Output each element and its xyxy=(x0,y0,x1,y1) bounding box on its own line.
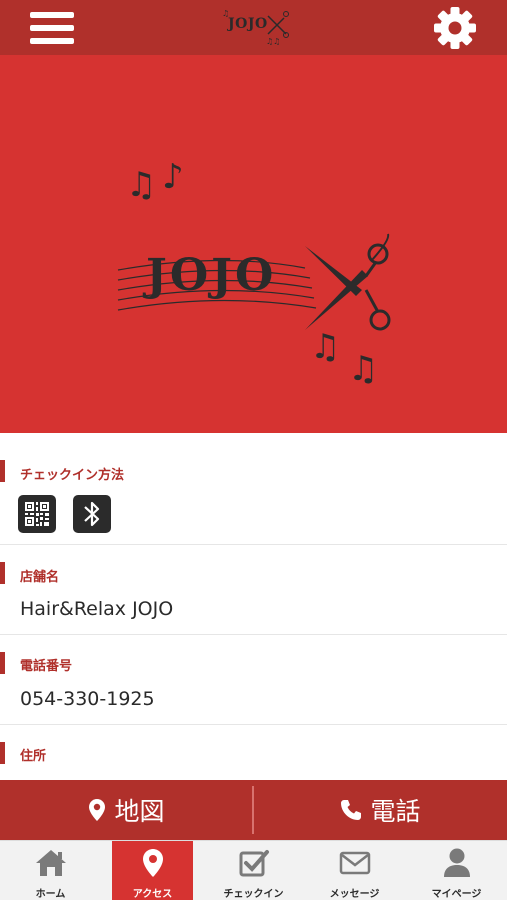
qr-code-icon xyxy=(25,502,49,526)
home-icon xyxy=(35,850,66,876)
checkbox-icon xyxy=(239,850,269,877)
shop-name-section: 店舗名 Hair&Relax JOJO xyxy=(0,545,507,635)
tab-checkin-label: チェックイン xyxy=(223,889,284,900)
tab-access[interactable]: アクセス xyxy=(112,841,193,900)
tab-home[interactable]: ホーム xyxy=(0,841,101,900)
bluetooth-icon xyxy=(84,501,100,527)
envelope-icon xyxy=(339,851,370,875)
gear-icon xyxy=(434,7,476,49)
hero-logo-text: JOJO xyxy=(146,250,277,301)
qr-code-checkin-button[interactable] xyxy=(18,495,56,533)
svg-text:♫: ♫ xyxy=(126,165,156,205)
checkin-method-section: チェックイン方法 xyxy=(0,433,507,545)
address-title: 住所 xyxy=(20,749,47,764)
call-button-label: 電話 xyxy=(370,797,421,826)
menu-line xyxy=(30,12,74,18)
map-button[interactable]: 地図 xyxy=(0,780,253,840)
tab-mypage-label: マイページ xyxy=(431,889,482,900)
phone-icon xyxy=(341,800,362,820)
svg-text:♫♫: ♫♫ xyxy=(266,37,280,46)
svg-text:♫: ♫ xyxy=(348,349,378,389)
svg-text:♫: ♫ xyxy=(310,327,340,367)
phone-number-title: 電話番号 xyxy=(20,659,73,674)
tab-mypage[interactable]: マイページ xyxy=(406,841,507,900)
section-accent-bar xyxy=(0,652,5,674)
section-accent-bar xyxy=(0,460,5,482)
svg-text:♪: ♪ xyxy=(162,157,184,197)
header-logo: ♫ ♫♫ JOJO xyxy=(218,6,292,48)
address-section: 住所 xyxy=(0,725,507,780)
header-logo-text: JOJO xyxy=(228,16,268,32)
hamburger-menu-button[interactable] xyxy=(30,10,74,46)
tab-message-label: メッセージ xyxy=(329,889,380,900)
checkin-method-title: チェックイン方法 xyxy=(20,468,125,483)
phone-number-section: 電話番号 054-330-1925 xyxy=(0,635,507,725)
call-button[interactable]: 電話 xyxy=(254,780,507,840)
hero-banner: ♫ ♪ ♫ ♫ JOJO xyxy=(0,55,507,433)
map-pin-icon xyxy=(89,799,106,821)
bottom-tab-bar: ホーム アクセス チェックイン メッセージ マイページ xyxy=(0,840,507,900)
shop-name-title: 店舗名 xyxy=(20,570,60,585)
tab-home-label: ホーム xyxy=(35,889,66,900)
map-button-label: 地図 xyxy=(114,797,165,826)
shop-name-value: Hair&Relax JOJO xyxy=(20,598,174,620)
section-accent-bar xyxy=(0,742,5,764)
tab-checkin[interactable]: チェックイン xyxy=(203,841,304,900)
menu-line xyxy=(30,38,74,44)
settings-gear-button[interactable] xyxy=(432,5,478,51)
tab-message[interactable]: メッセージ xyxy=(304,841,405,900)
menu-line xyxy=(30,25,74,31)
section-accent-bar xyxy=(0,562,5,584)
map-pin-icon xyxy=(142,849,163,877)
app-header: ♫ ♫♫ JOJO xyxy=(0,0,507,55)
tab-access-label: アクセス xyxy=(132,889,173,900)
phone-number-value[interactable]: 054-330-1925 xyxy=(20,688,155,710)
bluetooth-checkin-button[interactable] xyxy=(73,495,111,533)
user-icon xyxy=(443,848,470,877)
action-bar: 地図 電話 xyxy=(0,780,507,840)
